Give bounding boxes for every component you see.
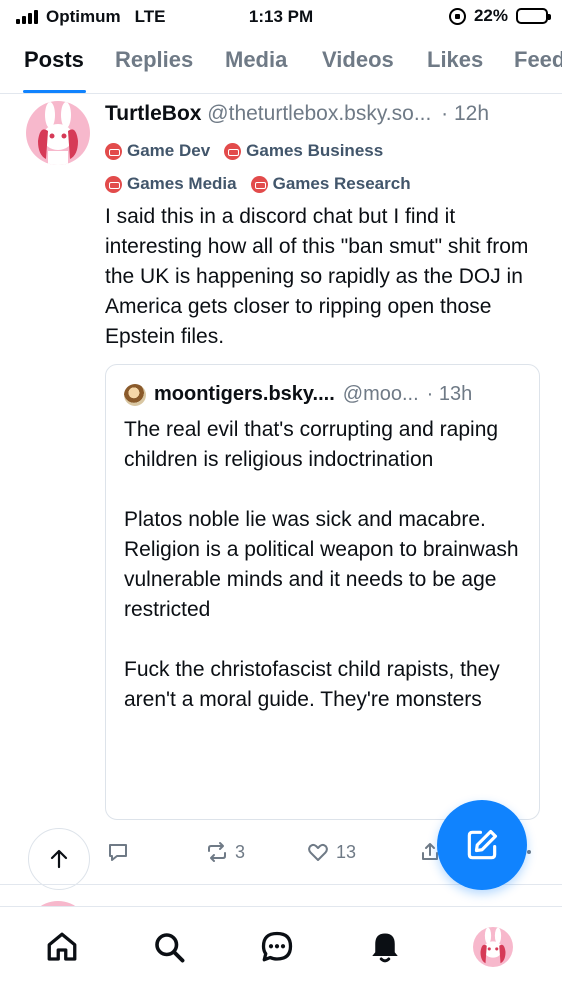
home-icon xyxy=(47,932,77,961)
nav-home[interactable] xyxy=(42,927,82,967)
like-button[interactable]: 13 xyxy=(306,840,356,864)
quote-text: The real evil that's corrupting and rapi… xyxy=(124,418,519,711)
tab-replies[interactable]: Replies xyxy=(115,47,193,73)
label-games-media[interactable]: Games Media xyxy=(105,174,237,194)
label-games-business[interactable]: Games Business xyxy=(224,141,383,161)
repost-icon xyxy=(208,842,226,862)
post-header: TurtleBox @theturtlebox.bsky.so... · 12h xyxy=(105,102,545,126)
label-games-research[interactable]: Games Research xyxy=(250,174,411,194)
label-text: Game Dev xyxy=(127,141,211,160)
label-text: Games Research xyxy=(272,174,411,193)
tab-posts[interactable]: Posts xyxy=(24,47,84,73)
label-icon xyxy=(105,142,122,160)
battery-percent: 22% xyxy=(473,6,508,25)
reply-icon xyxy=(109,844,127,861)
status-right: 22% xyxy=(448,6,551,26)
tab-media[interactable]: Media xyxy=(225,47,287,73)
author-display-name[interactable]: TurtleBox xyxy=(105,102,201,125)
active-tab-indicator xyxy=(23,90,86,93)
quote-handle: @moo... xyxy=(342,383,419,405)
label-icon xyxy=(105,175,122,193)
profile-avatar xyxy=(473,927,513,967)
compose-icon xyxy=(467,829,498,860)
post-time[interactable]: · 12h xyxy=(441,102,489,125)
bottom-navigation xyxy=(0,906,562,1000)
tab-videos[interactable]: Videos xyxy=(322,47,394,73)
orientation-lock-icon xyxy=(448,7,466,25)
author-handle[interactable]: @theturtlebox.bsky.so... xyxy=(207,102,431,125)
battery-icon xyxy=(516,8,551,24)
nav-profile[interactable] xyxy=(473,927,513,967)
quote-header: moontigers.bsky.... @moo... · 13h xyxy=(124,383,472,406)
bell-icon xyxy=(372,933,398,963)
author-labels-row-1: Game Dev Games Business xyxy=(105,141,383,161)
quote-time: · 13h xyxy=(426,383,473,405)
label-icon xyxy=(224,142,242,160)
compose-post-button[interactable] xyxy=(437,800,527,890)
repost-count: 3 xyxy=(235,841,246,862)
post-text: I said this in a discord chat but I find… xyxy=(105,205,529,348)
quote-author-avatar xyxy=(124,383,146,406)
label-icon xyxy=(250,175,268,193)
repost-button[interactable]: 3 xyxy=(205,840,245,864)
reply-button[interactable] xyxy=(106,840,130,864)
quoted-post[interactable]: moontigers.bsky.... @moo... · 13h The re… xyxy=(105,364,540,820)
author-avatar[interactable] xyxy=(26,101,90,165)
quote-display-name: moontigers.bsky.... xyxy=(154,383,335,405)
arrow-up-icon xyxy=(50,849,68,869)
nav-chat[interactable] xyxy=(257,927,297,967)
chat-icon xyxy=(261,931,293,962)
profile-tabs: Posts Replies Media Videos Likes Feeds xyxy=(0,38,562,94)
search-icon xyxy=(155,933,185,963)
heart-icon xyxy=(308,843,328,861)
like-count: 13 xyxy=(336,841,357,862)
nav-notifications[interactable] xyxy=(365,927,405,967)
label-game-dev[interactable]: Game Dev xyxy=(105,141,210,161)
label-text: Games Business xyxy=(246,141,384,160)
scroll-to-top-button[interactable] xyxy=(28,828,90,890)
status-bar: Optimum LTE 1:13 PM 22% xyxy=(0,0,562,34)
nav-search[interactable] xyxy=(149,927,189,967)
label-text: Games Media xyxy=(127,174,237,193)
author-labels-row-2: Games Media Games Research xyxy=(105,174,411,194)
tab-feeds[interactable]: Feeds xyxy=(514,47,562,73)
tab-likes[interactable]: Likes xyxy=(427,47,483,73)
